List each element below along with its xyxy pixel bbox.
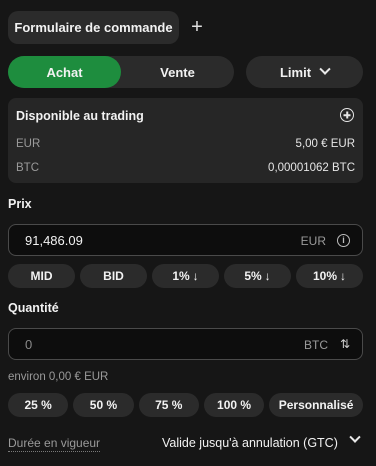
chevron-down-icon[interactable] [349,431,361,443]
swap-icon[interactable]: ⇅ [340,337,350,351]
balance-amount: 5,00 € EUR [295,138,355,150]
balance-currency: BTC [16,162,39,174]
sell-button[interactable]: Vente [121,56,234,88]
price-preset-bid[interactable]: BID [80,264,147,288]
balance-currency: EUR [16,138,41,150]
chip-label: Personnalisé [278,398,354,412]
quantity-unit: BTC [304,338,328,352]
chip-label: 10% [312,269,338,283]
price-preset-1pct[interactable]: 1% ↓ [152,264,219,288]
buy-button[interactable]: Achat [8,56,121,88]
tab-order-form[interactable]: Formulaire de commande [8,11,179,44]
price-label: Prix [8,197,32,211]
quantity-preset-custom[interactable]: Personnalisé [269,393,363,417]
chevron-down-icon [319,63,331,75]
quantity-preset-50[interactable]: 50 % [73,393,134,417]
plus-icon: + [191,15,203,38]
chip-label: 50 % [89,398,118,412]
time-in-force-dropdown[interactable]: Valide jusqu'à annulation (GTC) [162,436,338,450]
time-in-force-label[interactable]: Durée en vigueur [8,436,101,452]
quantity-label: Quantité [8,301,59,315]
chip-label: MID [30,269,53,283]
quantity-preset-100[interactable]: 100 % [203,393,265,417]
buy-label: Achat [46,64,83,80]
order-type-label: Limit [279,64,312,80]
chip-label: 75 % [155,398,183,412]
price-preset-row: MID BID 1% ↓ 5% ↓ 10% ↓ [8,264,363,288]
quantity-preset-row: 25 % 50 % 75 % 100 % Personnalisé [8,393,363,417]
arrow-down-icon: ↓ [264,269,271,283]
panel-title: Disponible au trading [16,109,144,123]
quantity-preset-75[interactable]: 75 % [138,393,199,417]
price-preset-10pct[interactable]: 10% ↓ [296,264,363,288]
price-input[interactable]: 91,486.09 EUR i [8,224,363,256]
price-value: 91,486.09 [25,233,83,248]
side-toggle: Achat Vente [8,56,234,88]
tab-label: Formulaire de commande [14,20,173,35]
balance-row: EUR 5,00 € EUR [16,138,355,150]
arrow-down-icon: ↓ [340,269,347,283]
chip-label: 1% [172,269,190,283]
chip-label: 5% [244,269,262,283]
info-icon[interactable]: i [337,234,350,247]
order-type-dropdown[interactable]: Limit [246,56,363,88]
balance-amount: 0,00001062 BTC [268,162,355,174]
add-funds-icon[interactable] [340,108,354,122]
quantity-preset-25[interactable]: 25 % [8,393,69,417]
quantity-input[interactable]: 0 BTC ⇅ [8,328,363,360]
chip-label: 100 % [217,398,252,412]
sell-label: Vente [160,64,195,80]
balance-row: BTC 0,00001062 BTC [16,162,355,174]
quantity-value: 0 [25,337,33,352]
chip-label: BID [103,269,124,283]
arrow-down-icon: ↓ [192,269,199,283]
chip-label: 25 % [24,398,52,412]
price-preset-5pct[interactable]: 5% ↓ [224,264,291,288]
order-form: Formulaire de commande + Achat Vente Lim… [0,0,376,466]
quantity-approx-value: environ 0,00 € EUR [8,371,109,383]
add-tab-button[interactable]: + [186,15,208,39]
price-preset-mid[interactable]: MID [8,264,75,288]
price-unit: EUR [300,234,326,248]
available-balance-panel: Disponible au trading EUR 5,00 € EUR BTC… [8,98,363,183]
